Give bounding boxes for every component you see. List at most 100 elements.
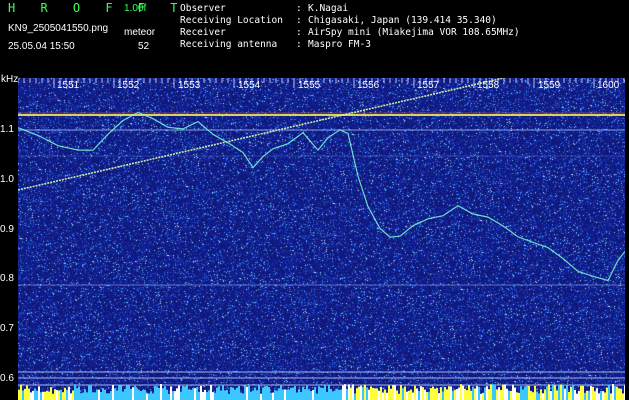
- band-segment: [342, 385, 344, 400]
- y-tick-label: 0.7: [0, 323, 14, 334]
- band-segment: [500, 389, 502, 400]
- band-segment: [464, 388, 466, 400]
- info-separator: :: [296, 27, 302, 38]
- band-segment: [290, 387, 292, 400]
- band-segment: [362, 386, 364, 400]
- band-segment: [52, 393, 54, 400]
- band-segment: [398, 393, 400, 400]
- band-segment: [48, 391, 50, 400]
- band-segment: [188, 389, 190, 400]
- x-tick-label: 1600: [597, 80, 620, 91]
- band-segment: [302, 386, 304, 400]
- band-segment: [314, 387, 316, 400]
- band-segment: [590, 386, 592, 400]
- band-segment: [366, 387, 368, 400]
- band-segment: [190, 389, 192, 400]
- band-segment: [312, 390, 314, 400]
- band-segment: [582, 385, 584, 400]
- x-tick-label: 1552: [117, 80, 140, 91]
- info-value: K.Nagai: [308, 3, 349, 14]
- band-segment: [198, 391, 200, 400]
- band-segment: [448, 386, 450, 400]
- band-segment: [170, 386, 172, 400]
- band-segment: [540, 389, 542, 400]
- band-segment: [212, 392, 214, 400]
- band-segment: [562, 384, 564, 400]
- band-segment: [340, 389, 342, 400]
- band-segment: [410, 389, 412, 400]
- band-segment: [324, 384, 326, 400]
- band-segment: [214, 392, 216, 400]
- band-segment: [598, 393, 600, 400]
- band-segment: [408, 390, 410, 400]
- band-segment: [478, 386, 480, 400]
- band-segment: [618, 388, 620, 400]
- band-segment: [504, 384, 506, 400]
- band-segment: [18, 389, 20, 400]
- band-segment: [90, 384, 92, 400]
- band-segment: [458, 387, 460, 400]
- band-segment: [62, 392, 64, 400]
- app-version: 1.00f: [124, 3, 147, 14]
- band-segment: [532, 392, 534, 400]
- info-separator: :: [296, 39, 302, 50]
- band-segment: [392, 384, 394, 400]
- band-segment: [384, 389, 386, 400]
- band-segment: [196, 387, 198, 400]
- band-segment: [38, 386, 40, 400]
- band-segment: [58, 390, 60, 400]
- band-segment: [78, 386, 80, 400]
- band-segment: [506, 388, 508, 400]
- band-segment: [538, 393, 540, 400]
- band-segment: [520, 386, 522, 400]
- band-segment: [488, 389, 490, 400]
- band-segment: [172, 391, 174, 400]
- band-segment: [246, 386, 248, 400]
- meteor-label: meteor: [124, 27, 156, 38]
- band-segment: [606, 387, 608, 400]
- band-segment: [462, 385, 464, 400]
- band-segment: [516, 392, 518, 400]
- band-segment: [270, 392, 272, 400]
- band-segment: [570, 386, 572, 400]
- band-segment: [452, 390, 454, 400]
- band-segment: [160, 384, 162, 400]
- band-segment: [514, 387, 516, 400]
- info-value: Chigasaki, Japan (139.414 35.340): [308, 15, 497, 26]
- band-segment: [356, 388, 358, 400]
- band-segment: [234, 389, 236, 400]
- x-tick-label: 1551: [57, 80, 80, 91]
- band-segment: [158, 388, 160, 400]
- band-segment: [556, 390, 558, 400]
- band-segment: [282, 389, 284, 400]
- band-segment: [146, 393, 148, 400]
- info-value: AirSpy mini (Miakejima VOR 108.65MHz): [308, 27, 520, 38]
- app-brand: H R O F F T: [8, 1, 187, 15]
- band-segment: [624, 385, 625, 400]
- band-segment: [594, 391, 596, 400]
- band-segment: [242, 393, 244, 400]
- band-segment: [482, 392, 484, 400]
- band-segment: [442, 391, 444, 400]
- info-label: Receiving Location: [180, 15, 283, 26]
- band-segment: [148, 393, 150, 400]
- band-segment: [208, 390, 210, 400]
- band-segment: [142, 389, 144, 400]
- band-segment: [200, 385, 202, 400]
- band-segment: [574, 389, 576, 400]
- band-segment: [186, 385, 188, 400]
- band-segment: [354, 393, 356, 400]
- band-segment: [622, 393, 624, 400]
- band-segment: [224, 390, 226, 400]
- band-segment: [334, 390, 336, 400]
- band-segment: [262, 387, 264, 400]
- band-segment: [252, 390, 254, 400]
- band-segment: [84, 389, 86, 400]
- band-segment: [476, 386, 478, 400]
- band-segment: [326, 392, 328, 400]
- band-segment: [616, 386, 618, 400]
- band-segment: [424, 389, 426, 400]
- band-segment: [352, 384, 354, 400]
- band-segment: [176, 388, 178, 400]
- band-segment: [128, 385, 130, 400]
